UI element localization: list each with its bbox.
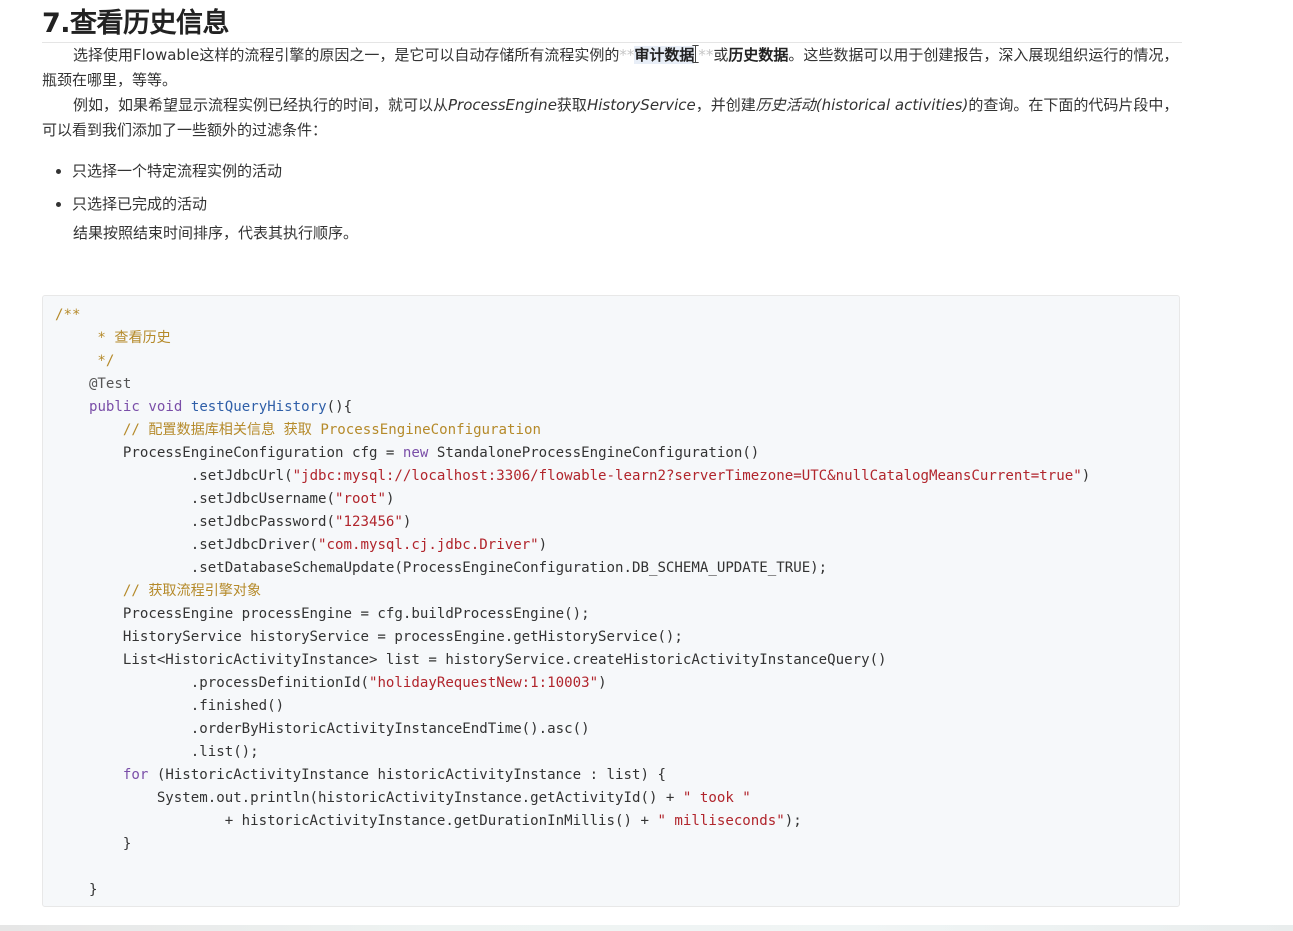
example-paragraph: 例如，如果希望显示流程实例已经执行的时间，就可以从ProcessEngine获取… (42, 93, 1182, 143)
code-text: (){ (326, 399, 353, 415)
code-string: " took " (682, 790, 751, 806)
italic-term: HistoryService (586, 96, 696, 114)
code-line: // 获取流程引擎对象 (55, 583, 262, 599)
code-text: + historicActivityInstance.getDurationIn… (55, 813, 658, 829)
code-line: .processDefinitionId("holidayRequestNew:… (55, 672, 1179, 695)
intro-paragraph: 选择使用Flowable这样的流程引擎的原因之一，是它可以自动存储所有流程实例的… (42, 43, 1182, 93)
code-string: "123456" (335, 514, 403, 530)
code-line: public void testQueryHistory(){ (55, 396, 1179, 419)
list-item: 只选择已完成的活动 (72, 188, 1182, 221)
filter-list: 只选择一个特定流程实例的活动 只选择已完成的活动 (42, 155, 1182, 221)
code-text: .setJdbcPassword( (55, 514, 336, 530)
code-line: /** (55, 307, 81, 323)
code-text: System.out.println(historicActivityInsta… (55, 790, 683, 806)
code-line: HistoryService historyService = processE… (55, 629, 683, 645)
code-line: for (HistoricActivityInstance historicAc… (55, 764, 1179, 787)
section-heading: 7.查看历史信息 (42, 0, 1182, 43)
code-text: .processDefinitionId( (55, 675, 369, 691)
code-line: .setJdbcUsername("root") (55, 488, 1179, 511)
code-keyword: new (402, 445, 429, 461)
code-line: ProcessEngine processEngine = cfg.buildP… (55, 606, 590, 622)
code-line: .orderByHistoricActivityInstanceEndTime(… (55, 721, 590, 737)
italic-term: ProcessEngine (448, 96, 557, 114)
code-line: ProcessEngineConfiguration cfg = new Sta… (55, 442, 1179, 465)
article: 7.查看历史信息 选择使用Flowable这样的流程引擎的原因之一，是它可以自动… (42, 0, 1182, 246)
result-paragraph: 结果按照结束时间排序，代表其执行顺序。 (73, 224, 359, 242)
intro-text: 选择使用Flowable这样的流程引擎的原因之一，是它可以自动存储所有流程实例的 (73, 46, 620, 64)
intro-text: 或 (713, 46, 729, 64)
bottom-scroll-edge (0, 925, 1293, 931)
code-line: // 配置数据库相关信息 获取 ProcessEngineConfigurati… (55, 422, 541, 438)
code-string: "root" (335, 491, 386, 507)
example-text: 例如，如果希望显示流程实例已经执行的时间，就可以从 (73, 96, 449, 114)
code-block[interactable]: /** * 查看历史 */ @Test public void testQuer… (42, 295, 1180, 907)
text-cursor-icon (692, 45, 700, 63)
code-line: .list(); (55, 744, 259, 760)
code-line: .setJdbcDriver("com.mysql.cj.jdbc.Driver… (55, 534, 1179, 557)
example-text: ，并创建 (695, 96, 756, 114)
example-text: 获取 (556, 96, 587, 114)
code-text: ) (402, 514, 412, 530)
code-string: "com.mysql.cj.jdbc.Driver" (318, 537, 539, 553)
code-line: @Test (55, 376, 132, 392)
code-text: ) (598, 675, 607, 691)
code-line: List<HistoricActivityInstance> list = hi… (55, 652, 887, 668)
bold-term: 历史数据 (728, 46, 789, 64)
code-line: .setDatabaseSchemaUpdate(ProcessEngineCo… (55, 560, 828, 576)
code-line: * 查看历史 (55, 330, 171, 346)
code-keyword: for (122, 767, 149, 783)
code-string: " milliseconds" (657, 813, 785, 829)
code-text: ProcessEngineConfiguration cfg = (55, 445, 403, 461)
code-line: System.out.println(historicActivityInsta… (55, 787, 1179, 810)
code-text: .setJdbcDriver( (55, 537, 319, 553)
list-item: 只选择一个特定流程实例的活动 (72, 155, 1182, 188)
code-string: "jdbc:mysql://localhost:3306/flowable-le… (292, 468, 1082, 484)
code-line: */ (55, 353, 115, 369)
code-keyword: void (148, 399, 183, 415)
code-function-name: testQueryHistory (190, 399, 327, 415)
code-line: } (55, 882, 98, 898)
code-text: StandaloneProcessEngineConfiguration() (428, 445, 760, 461)
code-keyword: public (88, 399, 140, 415)
code: /** * 查看历史 */ @Test public void testQuer… (43, 296, 1179, 902)
highlighted-term: 审计数据 (634, 46, 695, 64)
code-line: .setJdbcUrl("jdbc:mysql://localhost:3306… (55, 465, 1179, 488)
italic-term: 历史活动(historical activities) (755, 96, 969, 114)
code-text: ) (385, 491, 395, 507)
code-text: .setJdbcUrl( (55, 468, 293, 484)
code-text: ) (538, 537, 548, 553)
code-line: .setJdbcPassword("123456") (55, 511, 1179, 534)
code-string: "holidayRequestNew:1:10003" (368, 675, 599, 691)
code-text: .setJdbcUsername( (55, 491, 336, 507)
code-line: } (55, 836, 132, 852)
markdown-marker: ** (619, 46, 635, 64)
code-text: ) (1081, 468, 1091, 484)
markdown-marker: ** (698, 46, 714, 64)
page: 7.查看历史信息 选择使用Flowable这样的流程引擎的原因之一，是它可以自动… (0, 0, 1293, 931)
code-text: ); (784, 813, 802, 829)
code-text: (HistoricActivityInstance historicActivi… (148, 767, 666, 783)
code-line: .finished() (55, 698, 285, 714)
code-line: + historicActivityInstance.getDurationIn… (55, 810, 1179, 833)
